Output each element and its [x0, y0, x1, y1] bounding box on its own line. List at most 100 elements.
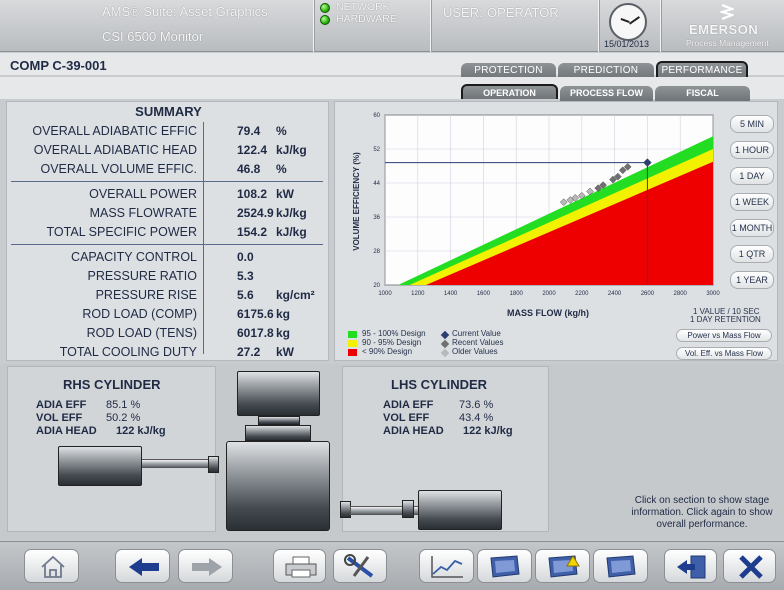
time-range-button[interactable]: 5 MIN: [730, 115, 774, 133]
time-range-button[interactable]: 1 HOUR: [730, 141, 774, 159]
trend-button[interactable]: [419, 549, 474, 583]
x-tick-label: 1200: [411, 291, 425, 297]
summary-label: OVERALL VOLUME EFFIC.: [11, 162, 197, 176]
summary-value: 122.4: [237, 143, 267, 157]
rhs-cylinder[interactable]: [58, 446, 142, 486]
print-button[interactable]: [273, 549, 326, 583]
subtab-process-flow[interactable]: PROCESS FLOW: [560, 86, 653, 101]
tools-button[interactable]: [333, 549, 387, 583]
lhs-adia-eff-value: 73.6 %: [459, 399, 493, 411]
x-tick-label: 2400: [608, 291, 622, 297]
rhs-vol-eff-value: 50.2 %: [106, 412, 140, 424]
close-icon: [737, 555, 765, 579]
summary-panel[interactable]: SUMMARY OVERALL ADIABATIC EFFIC79.4%OVER…: [6, 101, 329, 361]
summary-label: OVERALL ADIABATIC EFFIC: [11, 124, 197, 138]
y-tick-label: 28: [373, 249, 380, 255]
display-alert-button[interactable]: [535, 549, 590, 583]
lhs-cylinder[interactable]: [418, 490, 502, 530]
time-range-button[interactable]: 1 DAY: [730, 167, 774, 185]
wrench-icon: [344, 554, 378, 580]
time-range-button[interactable]: 1 YEAR: [730, 271, 774, 289]
summary-separator: [11, 244, 323, 245]
summary-unit: kg: [276, 326, 290, 340]
summary-value: 5.6: [237, 288, 254, 302]
compressor-motor[interactable]: [237, 371, 320, 416]
header-divider: [660, 0, 662, 52]
summary-value: 6017.8: [237, 326, 274, 340]
exit-door-icon: [675, 554, 709, 580]
rhs-piston-rod: [140, 459, 212, 468]
monitor-icon: [487, 554, 523, 580]
chart-panel[interactable]: 1000120014001600180020002200240026002800…: [334, 101, 778, 361]
display-button-1[interactable]: [477, 549, 532, 583]
x-axis-label: MASS FLOW (kg/h): [507, 308, 589, 318]
legend-band-label: 95 - 100% Design: [362, 329, 426, 338]
summary-value: 2524.9: [237, 206, 274, 220]
legend-band-label: < 90% Design: [362, 347, 412, 356]
summary-unit: %: [276, 162, 287, 176]
app-title: AMS® Suite: Asset Graphics: [102, 4, 268, 19]
time-range-button[interactable]: 1 MONTH: [730, 219, 774, 237]
x-tick-label: 2000: [542, 291, 556, 297]
legend-swatch: [348, 331, 357, 338]
rhs-title: RHS CYLINDER: [63, 377, 161, 392]
y-tick-label: 60: [373, 113, 380, 119]
summary-unit: kJ/kg: [276, 143, 307, 157]
subtab-operation[interactable]: OPERATION: [461, 84, 558, 99]
summary-value: 0.0: [237, 250, 254, 264]
header-divider: [430, 0, 432, 52]
summary-unit: kJ/kg: [276, 225, 307, 239]
summary-separator: [11, 181, 323, 182]
lhs-head-cap: [402, 500, 414, 518]
summary-label: OVERALL POWER: [11, 187, 197, 201]
summary-label: CAPACITY CONTROL: [11, 250, 197, 264]
compressor-frame[interactable]: [226, 441, 330, 531]
lhs-adia-head-label: ADIA HEAD: [383, 425, 444, 437]
brand-subtitle: Process Management: [686, 38, 769, 48]
summary-label: OVERALL ADIABATIC HEAD: [11, 143, 197, 157]
app-subtitle: CSI 6500 Monitor: [102, 29, 203, 44]
power-vs-mass-flow-button[interactable]: Power vs Mass Flow: [676, 329, 772, 342]
rhs-adia-eff-label: ADIA EFF: [36, 399, 86, 411]
summary-value: 154.2: [237, 225, 267, 239]
vol-eff-vs-mass-flow-button[interactable]: Vol. Eff. vs Mass Flow: [676, 347, 772, 360]
summary-label: ROD LOAD (TENS): [11, 326, 197, 340]
rhs-vol-eff-label: VOL EFF: [36, 412, 82, 424]
network-label: NETWORK: [336, 1, 390, 13]
header-divider: [313, 0, 315, 52]
subtab-fiscal[interactable]: FISCAL: [655, 86, 750, 101]
summary-unit: kW: [276, 187, 294, 201]
legend-swatch: [348, 349, 357, 356]
monitor-icon: [603, 554, 639, 580]
home-icon: [39, 554, 67, 580]
close-button[interactable]: [723, 549, 776, 583]
crankcase-top: [245, 425, 311, 441]
summary-value: 27.2: [237, 345, 260, 359]
rhs-adia-eff-value: 85.1 %: [106, 399, 140, 411]
x-tick-label: 1000: [378, 291, 392, 297]
summary-value: 6175.6: [237, 307, 274, 321]
y-axis-label: VOLUME EFFICIENCY (%): [352, 152, 361, 251]
forward-button[interactable]: [178, 549, 233, 583]
summary-value: 46.8: [237, 162, 260, 176]
summary-label: TOTAL COOLING DUTY: [11, 345, 197, 359]
back-button[interactable]: [115, 549, 170, 583]
time-range-button[interactable]: 1 WEEK: [730, 193, 774, 211]
display-button-2[interactable]: [593, 549, 648, 583]
retention-line-2: 1 DAY RETENTION: [690, 315, 761, 324]
lhs-title: LHS CYLINDER: [391, 377, 487, 392]
summary-value: 79.4: [237, 124, 260, 138]
hint-text: Click on section to show stage informati…: [627, 495, 777, 531]
y-tick-label: 20: [373, 283, 380, 289]
time-range-button[interactable]: 1 QTR: [730, 245, 774, 263]
hardware-label: HARDWARE: [336, 13, 397, 25]
monitor-alert-icon: [545, 554, 581, 580]
legend-marker-label: Current Value: [452, 329, 501, 338]
home-button[interactable]: [24, 549, 79, 583]
logout-button[interactable]: [664, 549, 717, 583]
user-value[interactable]: OPERATOR: [487, 5, 559, 20]
brand-name: EMERSON: [689, 22, 758, 37]
summary-label: TOTAL SPECIFIC POWER: [11, 225, 197, 239]
user-label: USER:: [443, 5, 483, 20]
arrow-left-icon: [127, 556, 161, 578]
